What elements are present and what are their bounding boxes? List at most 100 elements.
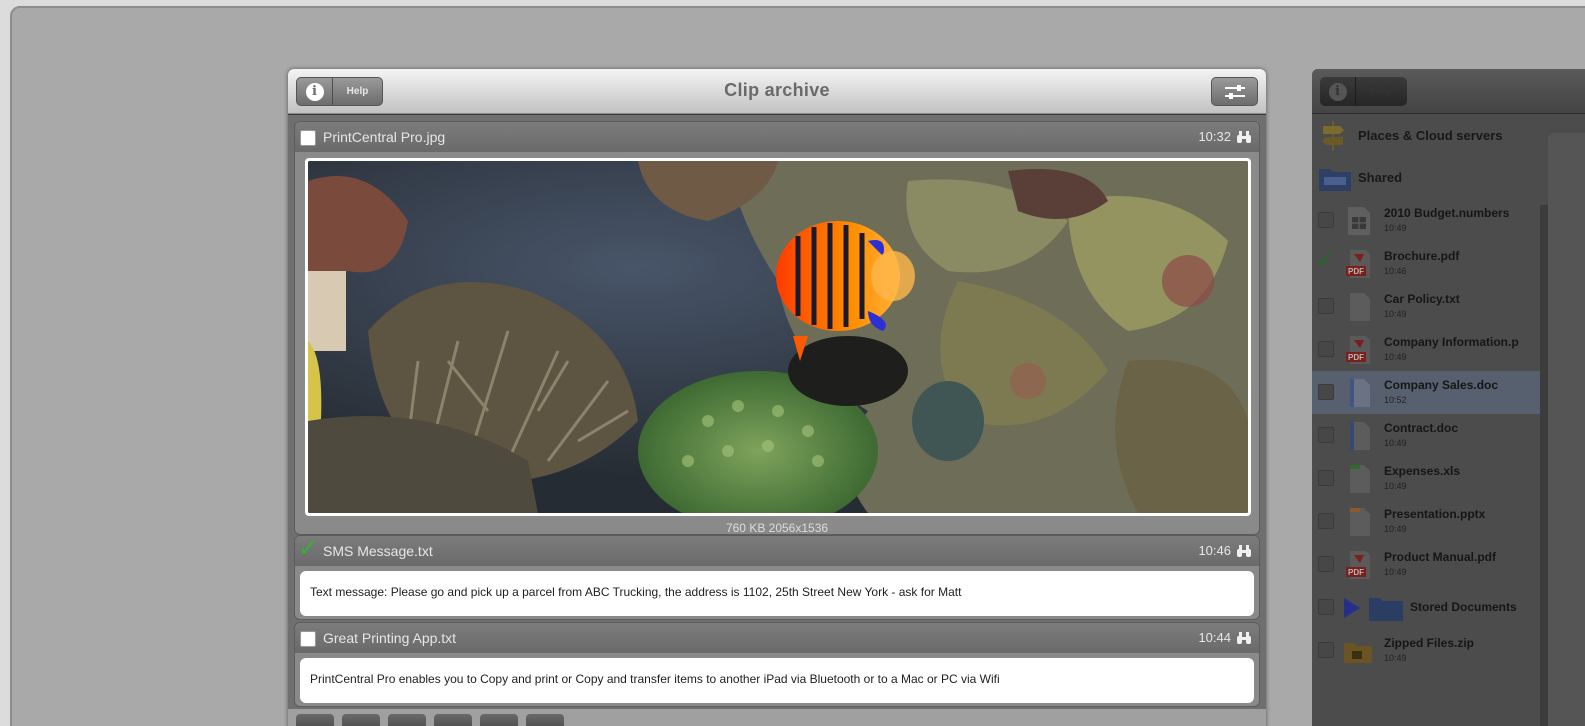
page-title: Clip archive bbox=[724, 80, 830, 100]
bottom-toolbar bbox=[288, 709, 1266, 726]
file-row[interactable]: Contract.doc 10:49 bbox=[1312, 414, 1540, 457]
file-checkbox[interactable] bbox=[1318, 212, 1334, 228]
folder-name: Stored Documents bbox=[1410, 600, 1517, 614]
signpost-icon bbox=[1322, 121, 1344, 151]
clip-header: Great Printing App.txt 10:44 bbox=[295, 623, 1259, 653]
side-help-button[interactable]: Help bbox=[1356, 86, 1407, 97]
pdf-file-icon: PDF bbox=[1346, 336, 1370, 364]
svg-text:PDF: PDF bbox=[1348, 568, 1364, 577]
folder-row[interactable]: Stored Documents bbox=[1312, 586, 1540, 629]
side-info-help-segment[interactable]: i Help bbox=[1320, 77, 1407, 106]
side-info-button[interactable]: i bbox=[1320, 77, 1356, 106]
toolbar-button[interactable] bbox=[480, 714, 518, 726]
svg-text:PDF: PDF bbox=[1348, 267, 1364, 276]
file-time: 10:49 bbox=[1384, 567, 1407, 577]
file-checkbox[interactable] bbox=[1318, 298, 1334, 314]
sliders-icon bbox=[1224, 84, 1245, 99]
shared-folder-icon bbox=[1319, 169, 1351, 191]
side-title-bar: i Help bbox=[1312, 69, 1585, 114]
file-row[interactable]: Presentation.pptx 10:49 bbox=[1312, 500, 1540, 543]
pdf-file-icon: PDF bbox=[1346, 551, 1370, 579]
binoculars-icon[interactable] bbox=[1236, 130, 1252, 144]
toolbar-button[interactable] bbox=[296, 714, 334, 726]
disclosure-arrow-icon[interactable] bbox=[1340, 596, 1362, 620]
file-time: 10:49 bbox=[1384, 481, 1407, 491]
file-time: 10:49 bbox=[1384, 524, 1407, 534]
pptx-file-icon bbox=[1350, 508, 1370, 536]
file-name: Company Information.p bbox=[1384, 335, 1519, 349]
toolbar-button[interactable] bbox=[388, 714, 426, 726]
text-file-icon bbox=[1350, 293, 1370, 321]
file-name: Company Sales.doc bbox=[1384, 378, 1499, 392]
settings-button[interactable] bbox=[1211, 77, 1258, 106]
shared-label: Shared bbox=[1358, 170, 1403, 185]
clip-header: PrintCentral Pro.jpg 10:32 bbox=[295, 122, 1259, 152]
image-meta: 760 KB 2056x1536 bbox=[725, 521, 829, 535]
clip-time: 10:32 bbox=[1198, 129, 1231, 144]
file-checkbox[interactable] bbox=[1318, 513, 1334, 529]
file-name: Expenses.xls bbox=[1384, 464, 1461, 478]
clip-time: 10:44 bbox=[1198, 630, 1231, 645]
file-browser-panel: i Help Places & Cloud servers Shared 201… bbox=[1312, 69, 1585, 726]
clip-name: SMS Message.txt bbox=[323, 543, 433, 559]
places-row[interactable]: Places & Cloud servers bbox=[1312, 115, 1585, 157]
toolbar-button[interactable] bbox=[434, 714, 472, 726]
file-row[interactable]: Car Policy.txt 10:49 bbox=[1312, 285, 1540, 328]
file-time: 10:49 bbox=[1384, 352, 1407, 362]
file-checkbox[interactable] bbox=[1318, 556, 1334, 572]
file-time: 10:49 bbox=[1384, 438, 1407, 448]
file-time: 10:49 bbox=[1384, 653, 1407, 663]
file-checkbox[interactable] bbox=[1318, 599, 1334, 615]
pdf-file-icon: PDF bbox=[1346, 250, 1370, 278]
file-row[interactable]: Zipped Files.zip 10:49 bbox=[1312, 629, 1540, 672]
zip-file-icon bbox=[1344, 643, 1372, 663]
clip-text-body: PrintCentral Pro enables you to Copy and… bbox=[300, 658, 1254, 703]
toolbar-button[interactable] bbox=[342, 714, 380, 726]
scrollbar[interactable] bbox=[1540, 205, 1548, 726]
numbers-file-icon bbox=[1348, 207, 1370, 235]
clip-checkbox[interactable] bbox=[300, 631, 316, 647]
file-list[interactable]: Places & Cloud servers Shared 2010 Budge… bbox=[1312, 115, 1585, 726]
toolbar-button[interactable] bbox=[526, 714, 564, 726]
file-name: Brochure.pdf bbox=[1384, 249, 1460, 263]
file-checkbox[interactable] bbox=[1318, 470, 1334, 486]
checkmark-icon[interactable]: ✓ bbox=[1316, 247, 1334, 273]
binoculars-icon[interactable] bbox=[1236, 544, 1252, 558]
binoculars-icon[interactable] bbox=[1236, 631, 1252, 645]
file-time: 10:46 bbox=[1384, 266, 1407, 276]
checkmark-icon[interactable]: ✓ bbox=[298, 537, 318, 561]
info-icon: i bbox=[1328, 82, 1347, 101]
clip-item-text[interactable]: Great Printing App.txt 10:44 PrintCentra… bbox=[294, 622, 1260, 707]
file-row-selected[interactable]: Company Sales.doc 10:52 bbox=[1312, 371, 1540, 414]
shared-row[interactable]: Shared bbox=[1312, 157, 1585, 199]
file-checkbox[interactable] bbox=[1318, 427, 1334, 443]
clip-item-sms[interactable]: ✓ SMS Message.txt 10:46 Text message: Pl… bbox=[294, 535, 1260, 620]
file-checkbox[interactable] bbox=[1318, 341, 1334, 357]
image-preview-frame[interactable] bbox=[305, 158, 1251, 516]
doc-file-icon bbox=[1350, 422, 1370, 450]
folder-icon bbox=[1369, 598, 1403, 621]
clip-checkbox[interactable] bbox=[300, 130, 316, 146]
file-row[interactable]: PDF Company Information.p 10:49 bbox=[1312, 328, 1540, 371]
file-row[interactable]: 2010 Budget.numbers 10:49 bbox=[1312, 199, 1540, 242]
file-row[interactable]: PDF Product Manual.pdf 10:49 bbox=[1312, 543, 1540, 586]
aquarium-photo bbox=[308, 161, 1248, 513]
file-name: Presentation.pptx bbox=[1384, 507, 1486, 521]
clip-item-image[interactable]: PrintCentral Pro.jpg 10:32 760 KB 2056x1… bbox=[294, 121, 1260, 535]
file-time: 10:49 bbox=[1384, 223, 1407, 233]
clip-list[interactable]: PrintCentral Pro.jpg 10:32 760 KB 2056x1… bbox=[288, 115, 1266, 726]
file-name: Car Policy.txt bbox=[1384, 292, 1460, 306]
clip-archive-panel: i Help Clip archive PrintCentral Pro.jpg… bbox=[288, 69, 1266, 726]
xls-file-icon bbox=[1350, 465, 1370, 493]
file-row[interactable]: Expenses.xls 10:49 bbox=[1312, 457, 1540, 500]
svg-text:PDF: PDF bbox=[1348, 353, 1364, 362]
file-name: Product Manual.pdf bbox=[1384, 550, 1496, 564]
file-time: 10:52 bbox=[1384, 395, 1407, 405]
overlay-edge bbox=[1548, 133, 1585, 726]
file-checkbox[interactable] bbox=[1318, 642, 1334, 658]
file-checkbox[interactable] bbox=[1318, 384, 1334, 400]
file-name: Zipped Files.zip bbox=[1384, 636, 1475, 650]
clip-text-body: Text message: Please go and pick up a pa… bbox=[300, 571, 1254, 616]
file-row[interactable]: ✓ PDF Brochure.pdf 10:46 bbox=[1312, 242, 1540, 285]
doc-file-icon bbox=[1350, 379, 1370, 407]
